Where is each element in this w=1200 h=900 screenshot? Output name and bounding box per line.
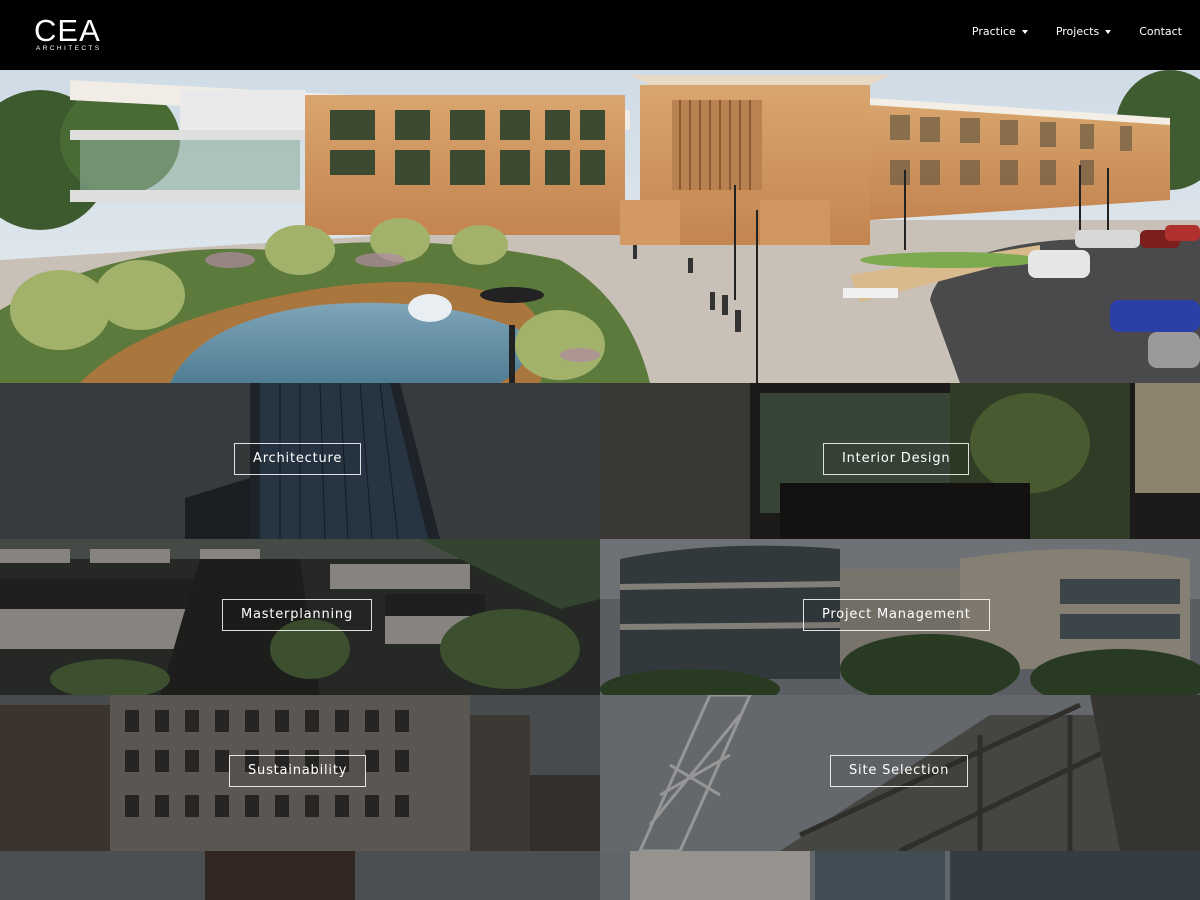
tile-next-right[interactable] bbox=[600, 851, 1200, 900]
tile-architecture[interactable]: Architecture bbox=[0, 383, 600, 539]
caret-down-icon bbox=[1021, 29, 1028, 34]
tile-next-left[interactable] bbox=[0, 851, 600, 900]
tile-interior-design-label: Interior Design bbox=[823, 443, 970, 475]
logo-wordmark: CEA bbox=[34, 13, 101, 48]
site-header: CEA ARCHITECTS Practice Projects Contact bbox=[0, 0, 1200, 70]
hero-image bbox=[0, 70, 1200, 383]
nav-contact-label: Contact bbox=[1139, 25, 1182, 38]
tile-site-selection[interactable]: Site Selection bbox=[600, 695, 1200, 851]
nav-contact[interactable]: Contact bbox=[1139, 25, 1182, 38]
tile-sustainability[interactable]: Sustainability bbox=[0, 695, 600, 851]
cea-logo[interactable]: CEA ARCHITECTS bbox=[34, 13, 124, 56]
nav-practice[interactable]: Practice bbox=[972, 25, 1028, 38]
tile-interior-design[interactable]: Interior Design bbox=[600, 383, 1200, 539]
tile-project-management[interactable]: Project Management bbox=[600, 539, 1200, 695]
nav-practice-label: Practice bbox=[971, 25, 1016, 38]
main-nav: Practice Projects Contact bbox=[944, 25, 1182, 38]
tile-sustainability-label: Sustainability bbox=[229, 755, 367, 787]
caret-down-icon bbox=[1105, 29, 1112, 34]
tile-masterplanning[interactable]: Masterplanning bbox=[0, 539, 600, 695]
hero-rendering bbox=[0, 70, 1200, 383]
tile-masterplanning-label: Masterplanning bbox=[222, 599, 373, 631]
nav-projects[interactable]: Projects bbox=[1055, 25, 1112, 38]
tile-next-right-image bbox=[600, 851, 1200, 900]
tile-next-left-image bbox=[0, 851, 600, 900]
tile-site-selection-label: Site Selection bbox=[830, 755, 969, 787]
logo-subtitle: ARCHITECTS bbox=[36, 45, 102, 52]
nav-projects-label: Projects bbox=[1055, 25, 1100, 38]
tile-project-management-label: Project Management bbox=[803, 599, 990, 631]
tile-architecture-label: Architecture bbox=[234, 443, 362, 475]
